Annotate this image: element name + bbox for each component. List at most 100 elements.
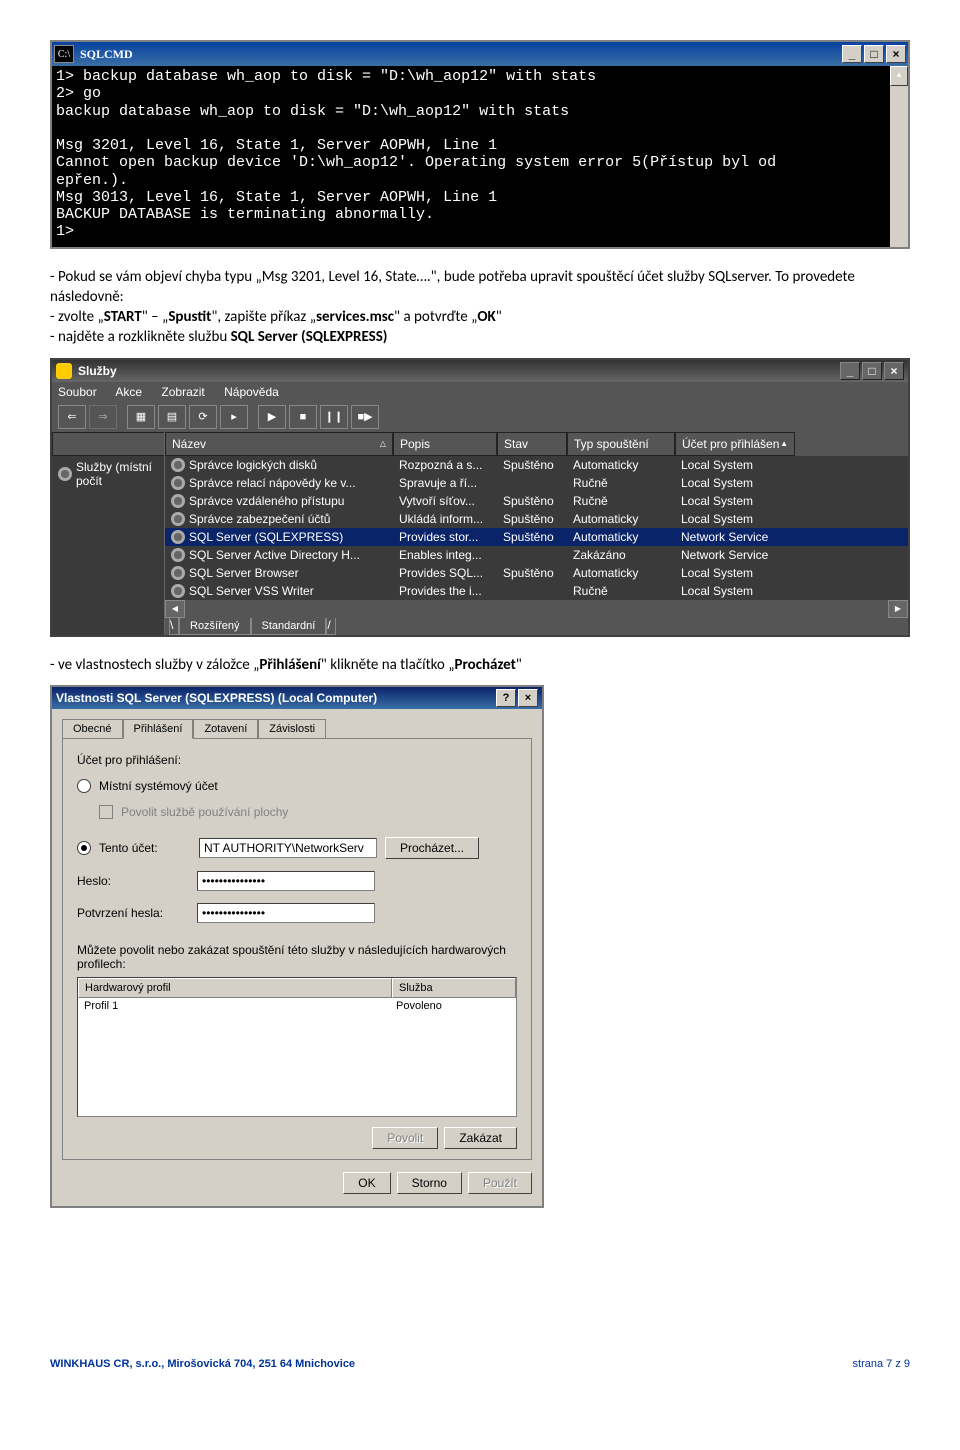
gear-icon: [171, 458, 185, 472]
scroll-right-icon[interactable]: ▶: [888, 600, 908, 618]
hw-profile-text: Můžete povolit nebo zakázat spouštění té…: [77, 943, 517, 971]
hw-profile-table[interactable]: Hardwarový profil Služba Profil 1 Povole…: [77, 977, 517, 1117]
restart-icon[interactable]: ■▶: [351, 405, 379, 429]
export-icon[interactable]: ▸: [220, 405, 248, 429]
table-row[interactable]: SQL Server VSS WriterProvides the i...Ru…: [165, 582, 908, 600]
minimize-button[interactable]: _: [840, 362, 860, 380]
close-button[interactable]: ×: [886, 45, 906, 63]
tab-dependencies[interactable]: Závislosti: [258, 719, 326, 738]
ok-button[interactable]: OK: [343, 1172, 390, 1194]
tab-general[interactable]: Obecné: [62, 719, 123, 738]
back-button[interactable]: ⇐: [58, 405, 86, 429]
checkbox-desktop: [99, 805, 113, 819]
pause-icon[interactable]: ❙❙: [320, 405, 348, 429]
table-row[interactable]: Profil 1 Povoleno: [78, 998, 516, 1014]
maximize-button[interactable]: □: [864, 45, 884, 63]
services-window: Služby _ □ × Soubor Akce Zobrazit Nápově…: [50, 358, 910, 637]
footer-company: WINKHAUS CR, s.r.o., Mirošovická 704, 25…: [50, 1358, 355, 1370]
close-button[interactable]: ×: [518, 689, 538, 707]
section-label: Účet pro přihlášení:: [77, 753, 517, 767]
properties-tabs: Obecné Přihlášení Zotavení Závislosti: [62, 719, 532, 738]
enable-button: Povolit: [372, 1127, 438, 1149]
cmd-icon: C:\: [54, 45, 74, 63]
table-row[interactable]: SQL Server (SQLEXPRESS)Provides stor...S…: [165, 528, 908, 546]
start-icon[interactable]: ▶: [258, 405, 286, 429]
table-row[interactable]: SQL Server Active Directory H...Enables …: [165, 546, 908, 564]
gear-icon: [171, 512, 185, 526]
stop-icon[interactable]: ■: [289, 405, 317, 429]
hw-col-profile[interactable]: Hardwarový profil: [78, 978, 392, 998]
footer-page-number: strana 7 z 9: [853, 1358, 910, 1370]
browse-button[interactable]: Procházet...: [385, 837, 479, 859]
gear-icon: [171, 566, 185, 580]
gear-icon: [171, 494, 185, 508]
menu-view[interactable]: Zobrazit: [161, 385, 204, 399]
col-start[interactable]: Typ spouštění: [567, 432, 675, 456]
menu-help[interactable]: Nápověda: [224, 385, 279, 399]
forward-button: ⇒: [89, 405, 117, 429]
services-toolbar: ⇐ ⇒ ▦ ▤ ⟳ ▸ ▶ ■ ❙❙ ■▶: [52, 402, 908, 432]
gear-icon: [171, 584, 185, 598]
password-label: Heslo:: [77, 874, 197, 888]
radio-this-account[interactable]: [77, 841, 91, 855]
apply-button: Použít: [468, 1172, 532, 1194]
cmd-title-text: SQLCMD: [80, 47, 840, 62]
properties-titlebar: Vlastnosti SQL Server (SQLEXPRESS) (Loca…: [52, 687, 542, 709]
menu-file[interactable]: Soubor: [58, 385, 97, 399]
scroll-left-icon[interactable]: ◀: [165, 600, 185, 618]
close-button[interactable]: ×: [884, 362, 904, 380]
menu-action[interactable]: Akce: [115, 385, 142, 399]
tab-standard[interactable]: Standardní: [251, 618, 327, 635]
table-row[interactable]: Správce zabezpečení účtůUkládá inform...…: [165, 510, 908, 528]
col-name[interactable]: Název△: [165, 432, 393, 456]
maximize-button[interactable]: □: [862, 362, 882, 380]
services-titlebar: Služby _ □ ×: [52, 360, 908, 382]
radio-local-system-label: Místní systémový účet: [99, 779, 218, 793]
gear-icon: [171, 476, 185, 490]
services-menubar[interactable]: Soubor Akce Zobrazit Nápověda: [52, 382, 908, 402]
radio-local-system[interactable]: [77, 779, 91, 793]
tree-item-services[interactable]: Služby (místní počít: [52, 456, 164, 492]
checkbox-desktop-label: Povolit službě používání plochy: [121, 805, 288, 819]
gear-icon: [171, 548, 185, 562]
password-input[interactable]: [197, 871, 375, 891]
minimize-button[interactable]: _: [842, 45, 862, 63]
toolbar-icon[interactable]: ▦: [127, 405, 155, 429]
tab-recovery[interactable]: Zotavení: [193, 719, 258, 738]
services-title-text: Služby: [78, 364, 838, 378]
table-row[interactable]: Správce vzdáleného přístupuVytvoří síťov…: [165, 492, 908, 510]
properties-window: Vlastnosti SQL Server (SQLEXPRESS) (Loca…: [50, 685, 544, 1208]
col-desc[interactable]: Popis: [393, 432, 497, 456]
tab-logon[interactable]: Přihlášení: [123, 719, 194, 739]
col-login[interactable]: Účet pro přihlášen▲: [675, 432, 795, 456]
refresh-icon[interactable]: ⟳: [189, 405, 217, 429]
cmd-scrollbar[interactable]: ▲: [890, 66, 908, 247]
table-row[interactable]: SQL Server BrowserProvides SQL...Spuštěn…: [165, 564, 908, 582]
services-icon: [56, 363, 72, 379]
account-input[interactable]: [199, 838, 377, 858]
services-column-headers[interactable]: Název△ Popis Stav Typ spouštění Účet pro…: [165, 432, 908, 456]
services-bottom-tabs: \ Rozšířený Standardní /: [165, 618, 908, 635]
tab-extended[interactable]: Rozšířený: [179, 618, 251, 635]
help-button[interactable]: ?: [496, 689, 516, 707]
confirm-password-input[interactable]: [197, 903, 375, 923]
instruction-text: - ve vlastnostech služby v záložce „Přih…: [50, 655, 910, 675]
gear-icon: [58, 467, 72, 481]
confirm-password-label: Potvrzení hesla:: [77, 906, 197, 920]
cancel-button[interactable]: Storno: [397, 1172, 462, 1194]
cmd-titlebar: C:\ SQLCMD _ □ ×: [52, 42, 908, 66]
table-row[interactable]: Správce logických diskůRozpozná a s...Sp…: [165, 456, 908, 474]
col-status[interactable]: Stav: [497, 432, 567, 456]
scroll-up-icon[interactable]: ▲: [890, 66, 908, 86]
disable-button[interactable]: Zakázat: [444, 1127, 517, 1149]
properties-title-text: Vlastnosti SQL Server (SQLEXPRESS) (Loca…: [56, 691, 494, 705]
services-list[interactable]: Správce logických diskůRozpozná a s...Sp…: [165, 456, 908, 600]
cmd-output: 1> backup database wh_aop to disk = "D:\…: [52, 66, 908, 247]
instruction-text: - Pokud se vám objeví chyba typu „Msg 32…: [50, 267, 910, 348]
cmd-window: C:\ SQLCMD _ □ × 1> backup database wh_a…: [50, 40, 910, 249]
services-tree: Služby (místní počít: [52, 432, 165, 635]
radio-this-account-label: Tento účet:: [99, 841, 199, 855]
properties-icon[interactable]: ▤: [158, 405, 186, 429]
table-row[interactable]: Správce relací nápovědy ke v...Spravuje …: [165, 474, 908, 492]
hw-col-service[interactable]: Služba: [392, 978, 516, 998]
